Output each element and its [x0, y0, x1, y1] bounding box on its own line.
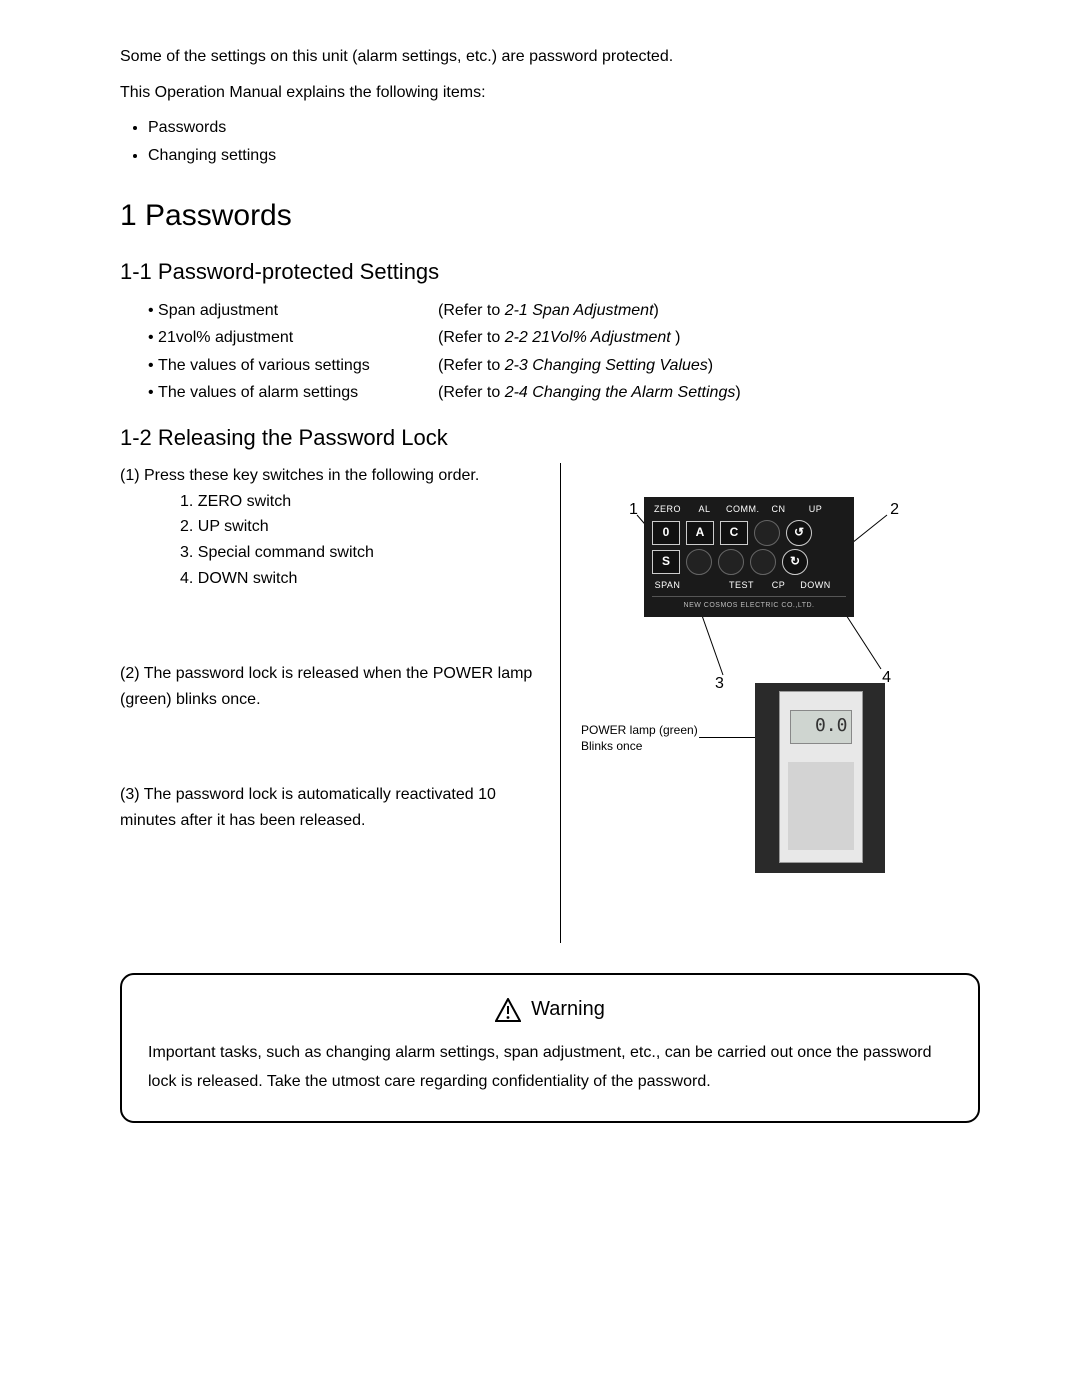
protected-setting-row: • 21vol% adjustment (Refer to 2-2 21Vol%… — [148, 325, 980, 351]
protected-settings-list: • Span adjustment (Refer to 2-1 Span Adj… — [148, 298, 980, 406]
power-lamp-label-line2: Blinks once — [581, 739, 642, 753]
refer-prefix: (Refer to — [438, 329, 505, 346]
warning-title: Warning — [148, 993, 952, 1025]
intro-line-1: Some of the settings on this unit (alarm… — [120, 44, 980, 70]
intro-line-2: This Operation Manual explains the follo… — [120, 80, 980, 106]
refer-suffix: ) — [735, 384, 740, 401]
special-command-key-icon — [686, 549, 712, 575]
refer-link: 2-3 Changing Setting Values — [505, 357, 708, 374]
comm-key-icon: C — [720, 521, 748, 545]
panel-label-up: UP — [800, 502, 831, 516]
refer-prefix: (Refer to — [438, 302, 505, 319]
release-step-1-item: 4. DOWN switch — [180, 566, 550, 592]
intro-bullet: Changing settings — [148, 143, 980, 169]
control-panel: ZERO AL COMM. CN UP 0 A C ↺ S — [644, 497, 854, 617]
setting-name: The values of alarm settings — [158, 384, 358, 401]
test-key-icon — [718, 549, 744, 575]
power-lamp-label: POWER lamp (green) Blinks once — [581, 723, 721, 754]
down-key-icon: ↻ — [782, 549, 808, 575]
up-key-icon: ↺ — [786, 520, 812, 546]
panel-bottom-labels: SPAN TEST CP DOWN — [652, 578, 846, 592]
cn-key-icon — [754, 520, 780, 546]
intro-bullet-list: Passwords Changing settings — [120, 115, 980, 168]
release-step-1: (1) Press these key switches in the foll… — [120, 463, 550, 489]
intro-block: Some of the settings on this unit (alarm… — [120, 44, 980, 168]
device-lcd: 0.0 — [790, 710, 852, 744]
section-heading-passwords: 1 Passwords — [120, 192, 980, 240]
panel-label-cp: CP — [763, 578, 794, 592]
intro-bullet: Passwords — [148, 115, 980, 141]
setting-name: The values of various settings — [158, 357, 370, 374]
panel-manufacturer-label: NEW COSMOS ELECTRIC CO.,LTD. — [652, 596, 846, 611]
release-step-1-item: 2. UP switch — [180, 514, 550, 540]
device-photo-figure: POWER lamp (green) Blinks once 0.0 — [581, 683, 980, 873]
refer-link: 2-1 Span Adjustment — [505, 302, 654, 319]
panel-label-al: AL — [689, 502, 720, 516]
warning-triangle-icon — [495, 998, 521, 1022]
warning-box: Warning Important tasks, such as changin… — [120, 973, 980, 1123]
release-steps-column: (1) Press these key switches in the foll… — [120, 463, 550, 869]
al-key-icon: A — [686, 521, 714, 545]
refer-prefix: (Refer to — [438, 384, 505, 401]
refer-suffix: ) — [708, 357, 713, 374]
zero-key-icon: 0 — [652, 521, 680, 545]
release-step-1-item: 1. ZERO switch — [180, 489, 550, 515]
panel-label-comm: COMM. — [726, 502, 757, 516]
power-lamp-label-line1: POWER lamp (green) — [581, 723, 698, 737]
callout-2: 2 — [890, 497, 899, 523]
panel-label-down: DOWN — [800, 578, 831, 592]
refer-link: 2-2 21Vol% Adjustment — [505, 329, 675, 346]
control-panel-figure: 1 2 ZERO AL COMM. CN UP 0 A — [589, 497, 909, 617]
panel-label-blank — [689, 578, 720, 592]
protected-setting-row: • Span adjustment (Refer to 2-1 Span Adj… — [148, 298, 980, 324]
callout-1: 1 — [629, 497, 638, 523]
warning-title-text: Warning — [531, 998, 605, 1020]
release-step-2: (2) The password lock is released when t… — [120, 661, 550, 712]
refer-suffix: ) — [675, 329, 680, 346]
refer-link: 2-4 Changing the Alarm Settings — [505, 384, 736, 401]
figures-column: 1 2 ZERO AL COMM. CN UP 0 A — [560, 463, 980, 943]
setting-name: Span adjustment — [158, 302, 278, 319]
panel-label-cn: CN — [763, 502, 794, 516]
refer-prefix: (Refer to — [438, 357, 505, 374]
device-body: 0.0 — [779, 691, 863, 863]
release-step-1-item: 3. Special command switch — [180, 540, 550, 566]
warning-body: Important tasks, such as changing alarm … — [148, 1039, 952, 1097]
release-step-3: (3) The password lock is automatically r… — [120, 782, 550, 833]
panel-label-test: TEST — [726, 578, 757, 592]
device-photo: 0.0 — [755, 683, 885, 873]
subsection-heading-protected-settings: 1-1 Password-protected Settings — [120, 254, 980, 289]
cp-key-icon — [750, 549, 776, 575]
protected-setting-row: • The values of various settings (Refer … — [148, 353, 980, 379]
setting-name: 21vol% adjustment — [158, 329, 293, 346]
span-key-icon: S — [652, 550, 680, 574]
panel-label-zero: ZERO — [652, 502, 683, 516]
refer-suffix: ) — [654, 302, 659, 319]
subsection-heading-releasing-lock: 1-2 Releasing the Password Lock — [120, 420, 980, 455]
panel-label-span: SPAN — [652, 578, 683, 592]
device-button-area — [788, 762, 854, 850]
protected-setting-row: • The values of alarm settings (Refer to… — [148, 380, 980, 406]
